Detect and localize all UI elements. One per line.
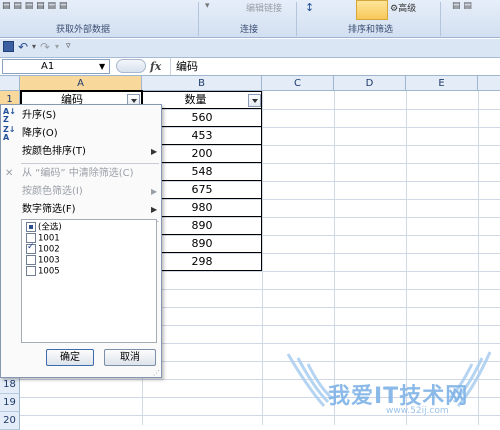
list-item-label: 1003 xyxy=(38,255,60,266)
column-headers: A B C D E xyxy=(0,76,500,91)
column-header-e[interactable]: E xyxy=(406,76,478,91)
fx-icon[interactable]: fx xyxy=(150,58,170,75)
formula-bar-resize-handle[interactable] xyxy=(116,59,146,73)
column-header-a[interactable]: A xyxy=(20,76,142,91)
row-header-20[interactable]: 20 xyxy=(0,412,20,430)
external-data-buttons[interactable]: ▤ ▤ ▤ ▤ ▤ ▤ xyxy=(2,1,162,13)
menu-filter-by-color[interactable]: 按颜色筛选(I) ▶ xyxy=(1,183,161,201)
ribbon-separator xyxy=(198,2,199,36)
group-label-sort-filter: 排序和筛选 xyxy=(348,25,394,35)
menu-clear-filter[interactable]: ✕ 从 “编码” 中清除筛选(C) xyxy=(1,165,161,183)
ribbon-separator xyxy=(296,2,297,36)
submenu-arrow-icon: ▶ xyxy=(151,205,158,214)
redo-dropdown-icon[interactable]: ▾ xyxy=(55,42,59,51)
data-tools-buttons[interactable]: ▤ ▤ xyxy=(452,1,472,11)
menu-sort-descending[interactable]: Z↓ A 降序(O) xyxy=(1,125,161,143)
column-header-c[interactable]: C xyxy=(262,76,334,91)
checkbox-checked-icon[interactable] xyxy=(26,242,36,254)
number-filters-label: 数字筛选(F) xyxy=(22,204,76,215)
list-item[interactable]: 1003 xyxy=(26,255,60,266)
filter-by-color-label: 按颜色筛选(I) xyxy=(22,186,83,197)
advanced-label: 高级 xyxy=(398,4,417,14)
filter-button-active[interactable] xyxy=(356,0,388,20)
ok-button[interactable]: 确定 xyxy=(46,349,94,366)
list-item-label: 1001 xyxy=(38,233,60,244)
save-icon[interactable] xyxy=(3,41,14,52)
ribbon-separator xyxy=(440,2,441,36)
resize-grip-icon[interactable]: ⋰ xyxy=(153,369,160,377)
sort-descending-label: 降序(O) xyxy=(22,128,58,139)
watermark: 我爱IT技术网 www.52ij.com xyxy=(258,348,500,425)
sort-za-icon[interactable]: ↕ xyxy=(305,1,314,14)
list-item[interactable]: 1005 xyxy=(26,266,60,277)
filter-value-list[interactable]: (全选) 1001 1002 1003 1005 xyxy=(21,219,157,343)
sort-ascending-label: 升序(S) xyxy=(22,110,57,121)
ribbon: ▤ ▤ ▤ ▤ ▤ ▤ 获取外部数据 ▾ 编辑链接 连接 ↕ ⚙高级 排序和筛选… xyxy=(0,0,500,38)
checkbox-unchecked-icon[interactable] xyxy=(26,266,36,276)
list-item-select-all[interactable]: (全选) xyxy=(26,222,62,233)
undo-icon[interactable]: ↶ xyxy=(18,40,28,54)
undo-dropdown-icon[interactable]: ▾ xyxy=(32,42,36,51)
name-box-dropdown-icon[interactable]: ▼ xyxy=(99,60,105,73)
submenu-arrow-icon: ▶ xyxy=(151,187,158,196)
row-header-18[interactable]: 18 xyxy=(0,376,20,394)
checkbox-partial-icon[interactable] xyxy=(26,222,36,232)
advanced-filter-button[interactable]: ⚙高级 xyxy=(390,1,416,14)
row-header-19[interactable]: 19 xyxy=(0,394,20,412)
menu-sort-ascending[interactable]: A↓ Z 升序(S) xyxy=(1,107,161,125)
menu-separator xyxy=(21,163,159,164)
list-item[interactable]: 1002 xyxy=(26,242,60,255)
formula-divider xyxy=(170,58,171,75)
edit-links-label: 编辑链接 xyxy=(246,4,283,14)
advanced-icon: ⚙ xyxy=(390,4,399,14)
sort-descending-icon: Z↓ A xyxy=(3,125,16,142)
formula-bar: A1 ▼ fx 编码 xyxy=(0,58,500,76)
quick-access-toolbar: ↶ ▾ ↷ ▾ ▿ xyxy=(0,39,500,58)
list-item-label: 1002 xyxy=(38,244,60,255)
clear-filter-label: 从 “编码” 中清除筛选(C) xyxy=(22,168,134,179)
sort-ascending-icon: A↓ Z xyxy=(3,107,16,124)
customize-qat-icon[interactable]: ▿ xyxy=(66,41,71,51)
name-box-value: A1 xyxy=(41,61,55,72)
checkbox-unchecked-icon[interactable] xyxy=(26,255,36,265)
list-item-label: (全选) xyxy=(38,222,62,233)
column-header-b[interactable]: B xyxy=(142,76,262,91)
edit-links-button[interactable]: 编辑链接 xyxy=(246,1,282,14)
filter-dropdown-b1-icon[interactable] xyxy=(248,94,261,107)
autofilter-menu: A↓ Z 升序(S) Z↓ A 降序(O) 按颜色排序(T) ▶ ✕ 从 “编码” … xyxy=(0,104,162,378)
name-box[interactable]: A1 ▼ xyxy=(2,59,110,74)
refresh-all-button[interactable]: ▾ xyxy=(205,1,210,11)
group-label-connections: 连接 xyxy=(240,25,259,35)
menu-number-filters[interactable]: 数字筛选(F) ▶ xyxy=(1,201,161,219)
formula-content[interactable]: 编码 xyxy=(176,58,198,75)
group-label-get-external-data: 获取外部数据 xyxy=(56,25,111,35)
list-item-label: 1005 xyxy=(38,266,60,277)
sort-by-color-label: 按颜色排序(T) xyxy=(22,146,86,157)
redo-icon[interactable]: ↷ xyxy=(40,40,50,54)
select-all-corner[interactable] xyxy=(0,76,20,91)
submenu-arrow-icon: ▶ xyxy=(151,147,158,156)
cancel-button[interactable]: 取消 xyxy=(104,349,156,366)
menu-sort-by-color[interactable]: 按颜色排序(T) ▶ xyxy=(1,143,161,161)
column-header-d[interactable]: D xyxy=(334,76,406,91)
watermark-url: www.52ij.com xyxy=(386,406,449,416)
clear-filter-icon: ✕ xyxy=(5,168,14,179)
